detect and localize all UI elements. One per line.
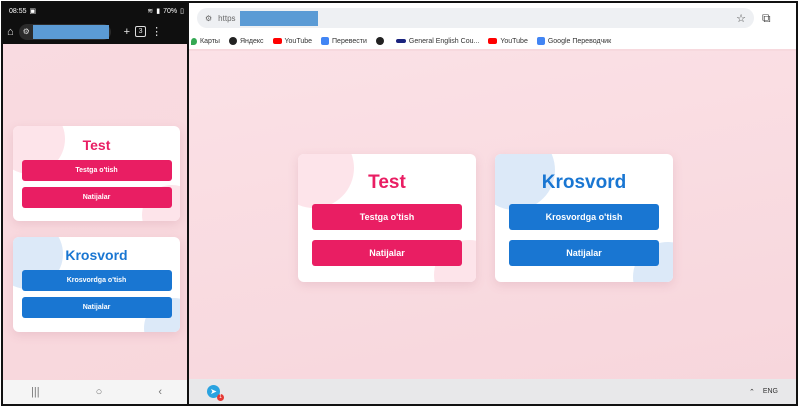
phone-page-content: Test Testga o'tish Natijalar Krosvord Kr… bbox=[3, 44, 190, 382]
more-menu-icon[interactable]: ⋮ bbox=[151, 25, 162, 38]
krosvord-results-button[interactable]: Natijalar bbox=[509, 240, 659, 266]
system-tray: ⌃ ENG bbox=[749, 388, 778, 396]
desktop-screenshot: ⚙ https ☆ ⧉ Карты Яндекс YouTube Перевес… bbox=[187, 1, 798, 406]
globe-icon bbox=[228, 37, 237, 45]
test-results-button[interactable]: Natijalar bbox=[21, 187, 172, 208]
phone-status-bar: 08:55 ▣ ≋ ▮ 70% ▯ bbox=[3, 3, 190, 19]
status-time: 08:55 bbox=[9, 7, 27, 15]
site-settings-icon[interactable]: ⚙ bbox=[23, 27, 30, 36]
wifi-icon: ≋ bbox=[147, 8, 154, 15]
desktop-page-content: Test Testga o'tish Natijalar Krosvord Kr… bbox=[189, 51, 796, 383]
telegram-icon[interactable]: ➤ 1 bbox=[207, 385, 224, 401]
new-tab-icon[interactable]: + bbox=[124, 26, 130, 38]
tab-count-button[interactable]: 3 bbox=[135, 26, 147, 37]
chevron-up-icon[interactable]: ⌃ bbox=[749, 388, 755, 396]
language-indicator[interactable]: ENG bbox=[763, 388, 778, 395]
battery-level: 70% bbox=[163, 7, 178, 15]
phone-address-bar[interactable]: ⚙ bbox=[18, 23, 111, 40]
card-title: Test bbox=[82, 137, 111, 153]
home-icon[interactable]: ⌂ bbox=[7, 26, 14, 38]
bookmark-star-icon[interactable]: ☆ bbox=[736, 12, 746, 25]
start-krosvord-button[interactable]: Krosvordga o'tish bbox=[21, 270, 172, 291]
back-icon[interactable]: ‹ bbox=[158, 386, 162, 398]
bookmark-item[interactable]: YouTube bbox=[488, 38, 528, 45]
krosvord-card: Krosvord Krosvordga o'tish Natijalar bbox=[495, 154, 673, 282]
krosvord-results-button[interactable]: Natijalar bbox=[21, 297, 172, 318]
notification-icon: ▣ bbox=[29, 8, 37, 15]
redacted-url bbox=[32, 24, 109, 39]
youtube-icon bbox=[272, 38, 282, 44]
browser-toolbar: ⚙ https ☆ ⧉ bbox=[189, 3, 796, 33]
phone-screenshot: 08:55 ▣ ≋ ▮ 70% ▯ ⌂ ⚙ + 3 ⋮ Test Testga … bbox=[1, 1, 192, 406]
test-card: Test Testga o'tish Natijalar bbox=[13, 126, 180, 221]
card-title: Krosvord bbox=[541, 172, 627, 193]
extensions-icon[interactable]: ⧉ bbox=[762, 11, 771, 26]
bookmark-item[interactable]: Яндекс bbox=[228, 37, 264, 45]
site-settings-icon[interactable]: ⚙ bbox=[205, 14, 212, 23]
url-scheme: https bbox=[218, 13, 236, 23]
phone-browser-toolbar: ⌂ ⚙ + 3 ⋮ bbox=[3, 19, 190, 44]
start-test-button[interactable]: Testga o'tish bbox=[312, 204, 462, 230]
bookmark-item[interactable]: YouTube bbox=[272, 38, 312, 45]
test-card: Test Testga o'tish Natijalar bbox=[298, 154, 476, 282]
maps-pin-icon bbox=[191, 37, 197, 45]
youtube-icon bbox=[488, 38, 498, 44]
signal-icon: ▮ bbox=[156, 8, 161, 15]
globe-icon bbox=[375, 37, 384, 45]
battery-icon: ▯ bbox=[180, 8, 184, 15]
site-icon bbox=[395, 39, 406, 43]
notification-badge: 1 bbox=[217, 394, 224, 401]
card-title: Test bbox=[368, 172, 406, 193]
redacted-url bbox=[239, 10, 318, 26]
home-button-icon[interactable]: ○ bbox=[96, 386, 103, 398]
translate-icon bbox=[321, 37, 330, 45]
test-results-button[interactable]: Natijalar bbox=[312, 240, 462, 266]
phone-nav-bar: ||| ○ ‹ bbox=[3, 380, 190, 404]
address-bar[interactable]: ⚙ https ☆ bbox=[197, 8, 754, 28]
bookmark-item[interactable]: Google Переводчик bbox=[536, 37, 611, 45]
bookmark-item[interactable]: General English Cou... bbox=[395, 38, 479, 45]
bookmarks-bar: Карты Яндекс YouTube Перевести General E… bbox=[189, 33, 796, 49]
taskbar: ➤ 1 ⌃ ENG bbox=[189, 379, 796, 404]
card-title: Krosvord bbox=[65, 247, 128, 263]
bookmark-item[interactable]: Перевести bbox=[321, 37, 367, 45]
translate-icon bbox=[536, 37, 545, 45]
start-test-button[interactable]: Testga o'tish bbox=[21, 160, 172, 181]
bookmark-item[interactable]: Карты bbox=[191, 37, 220, 45]
start-krosvord-button[interactable]: Krosvordga o'tish bbox=[509, 204, 659, 230]
recent-apps-icon[interactable]: ||| bbox=[31, 386, 40, 398]
krosvord-card: Krosvord Krosvordga o'tish Natijalar bbox=[13, 237, 180, 332]
bookmark-item[interactable] bbox=[375, 37, 387, 45]
